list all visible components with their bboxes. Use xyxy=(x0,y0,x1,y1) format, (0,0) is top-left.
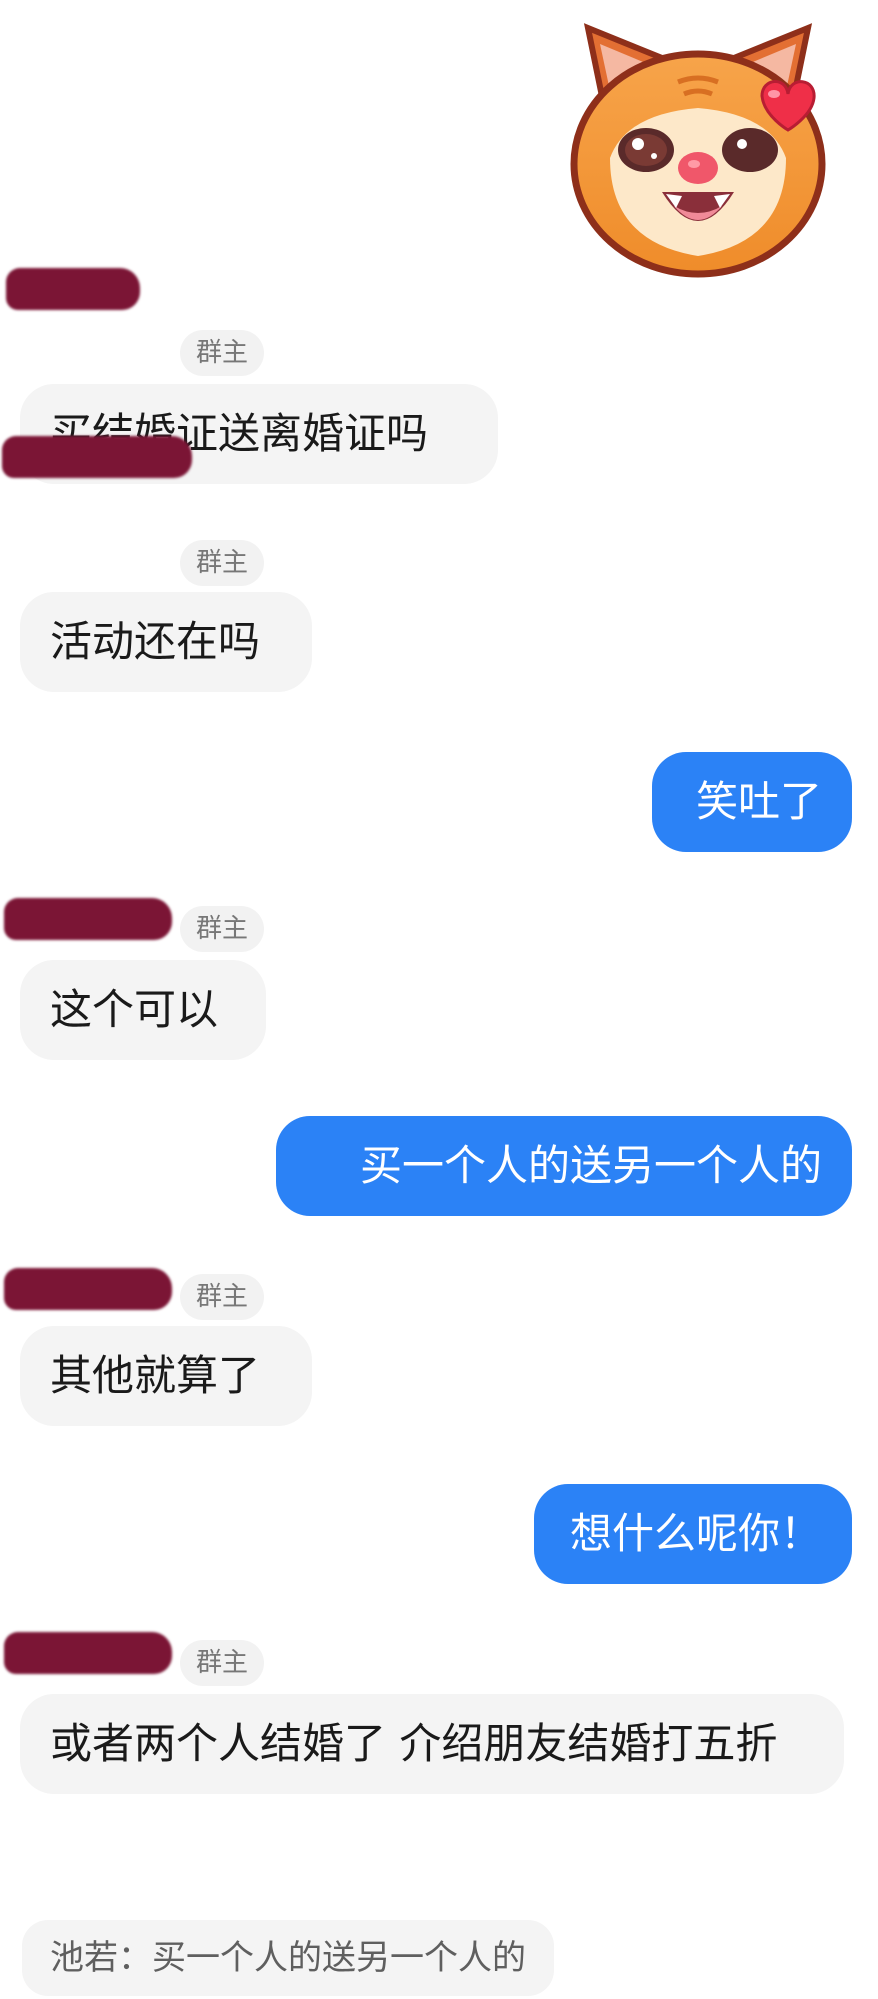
message-bubble-self: 买一个人的送另一个人的 xyxy=(276,1116,852,1216)
group-owner-badge: 群主 xyxy=(180,1274,265,1320)
message-bubble: 或者两个人结婚了 介绍朋友结婚打五折 xyxy=(20,1694,844,1794)
redacted-username xyxy=(4,1268,172,1310)
redacted-username xyxy=(6,268,140,310)
message-bubble: 其他就算了 xyxy=(20,1326,312,1426)
cat-heart-eyes-sticker-icon xyxy=(570,23,826,278)
message-bubble-self: 笑吐了 xyxy=(652,752,852,852)
redacted-username xyxy=(2,436,192,478)
quoted-message: 池若：买一个人的送另一个人的 xyxy=(22,1920,554,1996)
redacted-username xyxy=(4,898,172,940)
group-owner-badge: 群主 xyxy=(180,540,265,586)
message-bubble: 这个可以 xyxy=(20,960,266,1060)
group-owner-badge: 群主 xyxy=(180,1640,265,1686)
group-owner-badge: 群主 xyxy=(180,906,265,952)
group-owner-badge: 群主 xyxy=(180,330,265,376)
message-bubble: 活动还在吗 xyxy=(20,592,312,692)
message-bubble-self: 想什么呢你！ xyxy=(534,1484,852,1584)
redacted-username xyxy=(4,1632,172,1674)
